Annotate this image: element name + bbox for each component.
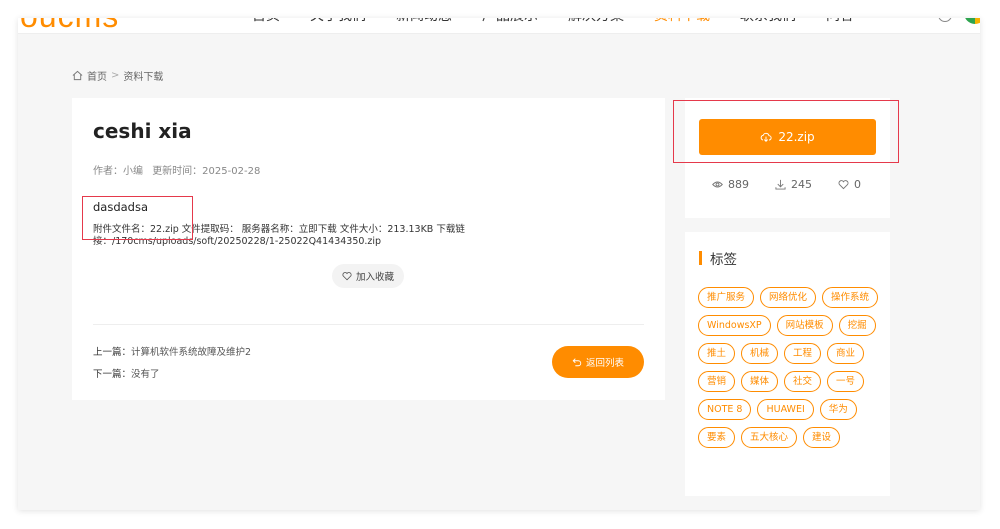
nav-item[interactable]: 新闻动态 bbox=[396, 18, 452, 34]
article-title: ceshi xia bbox=[93, 119, 192, 143]
tag-item[interactable]: 建设 bbox=[803, 427, 841, 448]
highlight-box bbox=[82, 196, 193, 240]
prev-label: 上一篇： bbox=[93, 347, 132, 358]
search-icon[interactable] bbox=[938, 18, 952, 22]
heart-icon bbox=[838, 180, 849, 190]
page-frame: oucms 首页关于我们新闻动态产品展示解决方案资料下载联系我们问答 首页 > … bbox=[18, 18, 980, 510]
breadcrumb-separator: > bbox=[111, 70, 120, 81]
tag-item[interactable]: 挖掘 bbox=[838, 315, 876, 336]
tag-item[interactable]: 操作系统 bbox=[822, 287, 879, 308]
prev-article-link[interactable]: 计算机软件系统故障及维护2 bbox=[131, 347, 251, 358]
tag-item[interactable]: 五大核心 bbox=[741, 427, 798, 448]
tag-item[interactable]: 工程 bbox=[784, 343, 822, 364]
eye-icon bbox=[712, 181, 723, 188]
likes-stat[interactable]: 0 bbox=[838, 178, 861, 191]
breadcrumb-current[interactable]: 资料下载 bbox=[123, 68, 163, 83]
tag-item[interactable]: 商业 bbox=[827, 343, 865, 364]
tag-item[interactable]: HUAWEI bbox=[757, 399, 814, 420]
tag-item[interactable]: 华为 bbox=[819, 399, 857, 420]
avatar[interactable] bbox=[964, 18, 980, 24]
views-count: 889 bbox=[728, 178, 749, 191]
tag-item[interactable]: 社交 bbox=[784, 371, 822, 392]
home-icon bbox=[72, 70, 83, 81]
likes-count: 0 bbox=[854, 178, 861, 191]
nav-menu: 首页 关于我们 新闻动态 产品展示 解决方案 资料下载 联系我们 问答 bbox=[252, 18, 854, 34]
downloads-count: 245 bbox=[791, 178, 812, 191]
tags-heading-text: 标签 bbox=[710, 252, 737, 268]
top-navbar: oucms 首页 关于我们 新闻动态 产品展示 解决方案 资料下载 联系我们 问答 bbox=[18, 18, 980, 34]
tag-item[interactable]: 网站模板 bbox=[776, 315, 833, 336]
tag-item[interactable]: 一号 bbox=[827, 371, 865, 392]
next-article-link[interactable]: 没有了 bbox=[131, 369, 160, 380]
nav-item[interactable]: 资料下载 bbox=[654, 18, 710, 34]
tag-item[interactable]: WindowsXP bbox=[698, 315, 771, 336]
breadcrumb: 首页 > 资料下载 bbox=[72, 68, 163, 83]
article-author: 作者：小编 bbox=[93, 166, 143, 177]
return-icon bbox=[572, 358, 582, 367]
nav-item[interactable]: 产品展示 bbox=[482, 18, 538, 34]
views-stat: 889 bbox=[712, 178, 749, 191]
favorite-button[interactable]: 加入收藏 bbox=[332, 264, 404, 288]
tag-item[interactable]: 要素 bbox=[698, 427, 736, 448]
tag-item[interactable]: NOTE 8 bbox=[698, 399, 752, 420]
next-label: 下一篇： bbox=[93, 369, 132, 380]
article-meta: 作者：小编 更新时间：2025-02-28 bbox=[93, 162, 266, 177]
nav-item[interactable]: 问答 bbox=[826, 18, 854, 34]
download-icon bbox=[775, 179, 786, 190]
back-to-list-button[interactable]: 返回列表 bbox=[552, 346, 644, 378]
breadcrumb-home[interactable]: 首页 bbox=[87, 68, 107, 83]
tag-item[interactable]: 媒体 bbox=[741, 371, 779, 392]
site-logo[interactable]: oucms bbox=[20, 18, 119, 34]
nav-item[interactable]: 联系我们 bbox=[740, 18, 796, 34]
heart-icon bbox=[342, 272, 352, 281]
article-card: ceshi xia 作者：小编 更新时间：2025-02-28 dasdadsa… bbox=[72, 98, 665, 400]
article-updated: 更新时间：2025-02-28 bbox=[152, 166, 261, 177]
tags-heading: 标签 bbox=[699, 248, 737, 268]
next-article: 下一篇：没有了 bbox=[93, 366, 160, 380]
back-label: 返回列表 bbox=[585, 358, 624, 369]
divider bbox=[93, 324, 644, 325]
download-stats: 889 245 0 bbox=[712, 178, 861, 191]
tag-item[interactable]: 推土 bbox=[698, 343, 736, 364]
tag-list: 推广服务 网络优化 操作系统 WindowsXP 网站模板 挖掘推土 机械 工程 商业营销 媒体社… bbox=[698, 287, 883, 448]
tag-item[interactable]: 营销 bbox=[698, 371, 736, 392]
nav-item[interactable]: 首页 bbox=[252, 18, 280, 34]
heading-accent-bar bbox=[699, 251, 702, 265]
favorite-label: 加入收藏 bbox=[355, 272, 394, 283]
tags-card: 标签 推广服务 网络优化 操作系统 WindowsXP 网站模板 挖掘推土 机械 工程 商业营销… bbox=[685, 232, 890, 496]
downloads-stat: 245 bbox=[775, 178, 812, 191]
tag-item[interactable]: 网络优化 bbox=[760, 287, 817, 308]
tag-item[interactable]: 推广服务 bbox=[698, 287, 755, 308]
tag-item[interactable]: 机械 bbox=[741, 343, 779, 364]
nav-item[interactable]: 关于我们 bbox=[310, 18, 366, 34]
nav-item[interactable]: 解决方案 bbox=[568, 18, 624, 34]
prev-article: 上一篇：计算机软件系统故障及维护2 bbox=[93, 344, 251, 358]
highlight-box bbox=[673, 100, 899, 163]
